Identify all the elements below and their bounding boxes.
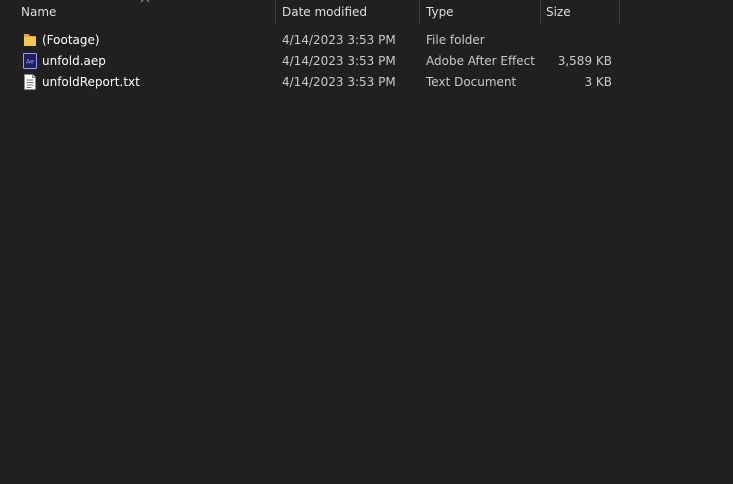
file-row[interactable]: unfoldReport.txt 4/14/2023 3:53 PM Text … <box>0 72 620 93</box>
after-effects-file-icon: Ae <box>23 53 37 69</box>
file-row[interactable]: Ae unfold.aep 4/14/2023 3:53 PM Adobe Af… <box>0 51 620 72</box>
column-separator[interactable] <box>619 0 620 24</box>
column-header-type-label: Type <box>426 5 454 19</box>
column-header-size-label: Size <box>546 5 571 19</box>
file-size: 3,589 KB <box>557 54 612 68</box>
column-header-size[interactable]: Size <box>546 0 618 24</box>
text-document-icon <box>24 74 36 90</box>
folder-icon <box>24 34 36 46</box>
file-row[interactable]: (Footage) 4/14/2023 3:53 PM File folder <box>0 30 620 51</box>
file-type: Text Document <box>426 75 517 89</box>
file-type: File folder <box>426 33 485 47</box>
sort-ascending-icon <box>140 0 150 3</box>
column-header-date-modified-label: Date modified <box>282 5 368 19</box>
column-separator[interactable] <box>540 0 541 24</box>
file-date-modified: 4/14/2023 3:53 PM <box>282 33 396 47</box>
file-name: unfold.aep <box>42 54 106 68</box>
file-list: (Footage) 4/14/2023 3:53 PM File folder … <box>0 30 733 93</box>
file-size: 3 KB <box>584 75 612 89</box>
column-header-bar: Name Date modified Type Size <box>0 0 733 24</box>
column-separator[interactable] <box>419 0 420 24</box>
file-size <box>540 30 612 51</box>
column-header-date-modified[interactable]: Date modified <box>282 0 417 24</box>
file-date-modified: 4/14/2023 3:53 PM <box>282 54 396 68</box>
column-header-type[interactable]: Type <box>426 0 538 24</box>
file-name: unfoldReport.txt <box>42 75 140 89</box>
column-separator[interactable] <box>275 0 276 24</box>
svg-text:Ae: Ae <box>26 58 34 66</box>
file-date-modified: 4/14/2023 3:53 PM <box>282 75 396 89</box>
column-header-name-label: Name <box>21 5 57 19</box>
column-header-name[interactable]: Name <box>21 0 271 24</box>
file-name: (Footage) <box>42 33 100 47</box>
file-explorer-details-view: Name Date modified Type Size (Footage) 4… <box>0 0 733 484</box>
file-type: Adobe After Effect... <box>426 54 536 68</box>
